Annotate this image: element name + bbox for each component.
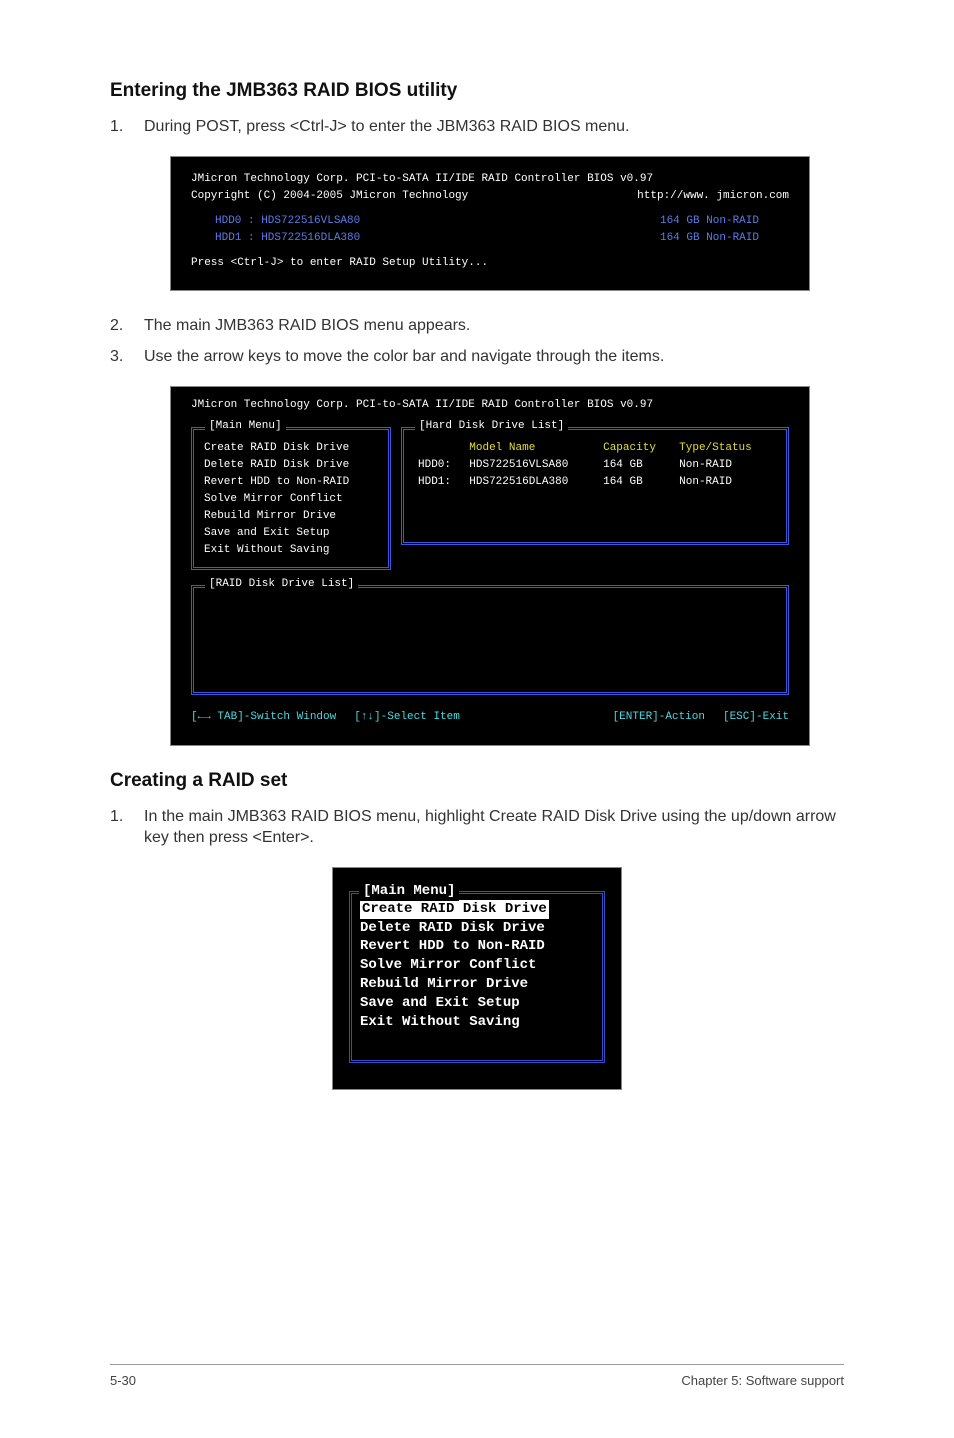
small-menu-solve[interactable]: Solve Mirror Conflict [360,956,594,975]
step-3-row: 3. Use the arrow keys to move the color … [110,346,844,368]
hard-disk-panel: [Hard Disk Drive List] Model Name Capaci… [401,418,789,570]
step-2-number: 2. [110,315,144,337]
hdd0-label: HDD0 : HDS722516VLSA80 [215,213,360,230]
step-2-row: 2. The main JMB363 RAID BIOS menu appear… [110,315,844,337]
hint-select: [↑↓]-Select Item [354,709,460,726]
step-1-row: 1. During POST, press <Ctrl-J> to enter … [110,116,844,138]
bios-main-menu-screen: JMicron Technology Corp. PCI-to-SATA II/… [170,386,810,746]
hint-tab: [←→ TAB]-Switch Window [191,709,336,726]
heading-entering-utility: Entering the JMB363 RAID BIOS utility [110,80,844,102]
heading-creating-raid: Creating a RAID set [110,770,844,792]
sec2-step-1-text: In the main JMB363 RAID BIOS menu, highl… [144,806,844,849]
disk-row-0: HDD0: HDS722516VLSA80 164 GB Non-RAID [414,457,776,474]
bios-prompt: Press <Ctrl-J> to enter RAID Setup Utili… [191,255,789,272]
hard-disk-label: [Hard Disk Drive List] [415,418,568,435]
small-menu-rebuild[interactable]: Rebuild Mirror Drive [360,975,594,994]
step-1-number: 1. [110,116,144,138]
main-menu-label: [Main Menu] [205,418,286,435]
hdd1-status: 164 GB Non-RAID [660,230,759,247]
small-menu-exit[interactable]: Exit Without Saving [360,1013,594,1032]
small-menu-label: [Main Menu] [359,882,459,901]
bios-post-screen: JMicron Technology Corp. PCI-to-SATA II/… [170,156,810,291]
menu-item-rebuild[interactable]: Rebuild Mirror Drive [204,508,378,525]
page-number: 5-30 [110,1373,136,1388]
disk1-slot: HDD1: [414,474,465,491]
main-menu-panel: [Main Menu] Create RAID Disk Drive Delet… [191,418,391,570]
disk1-cap: 164 GB [599,474,675,491]
disk0-model: HDS722516VLSA80 [465,457,599,474]
disk0-slot: HDD0: [414,457,465,474]
menu-item-solve[interactable]: Solve Mirror Conflict [204,491,378,508]
step-2-text: The main JMB363 RAID BIOS menu appears. [144,315,844,337]
col-model: Model Name [465,440,599,457]
menu-item-delete[interactable]: Delete RAID Disk Drive [204,457,378,474]
raid-disk-panel: [RAID Disk Drive List] [191,576,789,695]
hdd0-status: 164 GB Non-RAID [660,213,759,230]
chapter-label: Chapter 5: Software support [681,1373,844,1388]
hint-enter: [ENTER]-Action [613,709,705,726]
disk1-model: HDS722516DLA380 [465,474,599,491]
menu-item-save[interactable]: Save and Exit Setup [204,525,378,542]
menu-item-exit[interactable]: Exit Without Saving [204,542,378,559]
disk0-type: Non-RAID [675,457,776,474]
disk-table: Model Name Capacity Type/Status HDD0: HD… [414,440,776,491]
bios-copyright: Copyright (C) 2004-2005 JMicron Technolo… [191,188,468,205]
small-menu-save[interactable]: Save and Exit Setup [360,994,594,1013]
sec2-step-1-row: 1. In the main JMB363 RAID BIOS menu, hi… [110,806,844,849]
disk0-cap: 164 GB [599,457,675,474]
page-footer: 5-30 Chapter 5: Software support [110,1364,844,1388]
bios-small-menu: [Main Menu] Create RAID Disk Drive Delet… [332,867,622,1090]
step-1-text: During POST, press <Ctrl-J> to enter the… [144,116,844,138]
raid-disk-label: [RAID Disk Drive List] [205,576,358,593]
small-menu-create[interactable]: Create RAID Disk Drive [360,900,549,919]
step-3-text: Use the arrow keys to move the color bar… [144,346,844,368]
menu-item-revert[interactable]: Revert HDD to Non-RAID [204,474,378,491]
bios2-title: JMicron Technology Corp. PCI-to-SATA II/… [191,397,789,414]
hdd1-label: HDD1 : HDS722516DLA380 [215,230,360,247]
col-type: Type/Status [675,440,776,457]
sec2-step-1-number: 1. [110,806,144,828]
disk-row-1: HDD1: HDS722516DLA380 164 GB Non-RAID [414,474,776,491]
hint-esc: [ESC]-Exit [723,709,789,726]
menu-item-create[interactable]: Create RAID Disk Drive [204,440,378,457]
col-capacity: Capacity [599,440,675,457]
small-menu-delete[interactable]: Delete RAID Disk Drive [360,919,594,938]
small-menu-revert[interactable]: Revert HDD to Non-RAID [360,937,594,956]
bios-url: http://www. jmicron.com [637,188,789,205]
bios-title-line: JMicron Technology Corp. PCI-to-SATA II/… [191,171,789,188]
step-3-number: 3. [110,346,144,368]
disk1-type: Non-RAID [675,474,776,491]
